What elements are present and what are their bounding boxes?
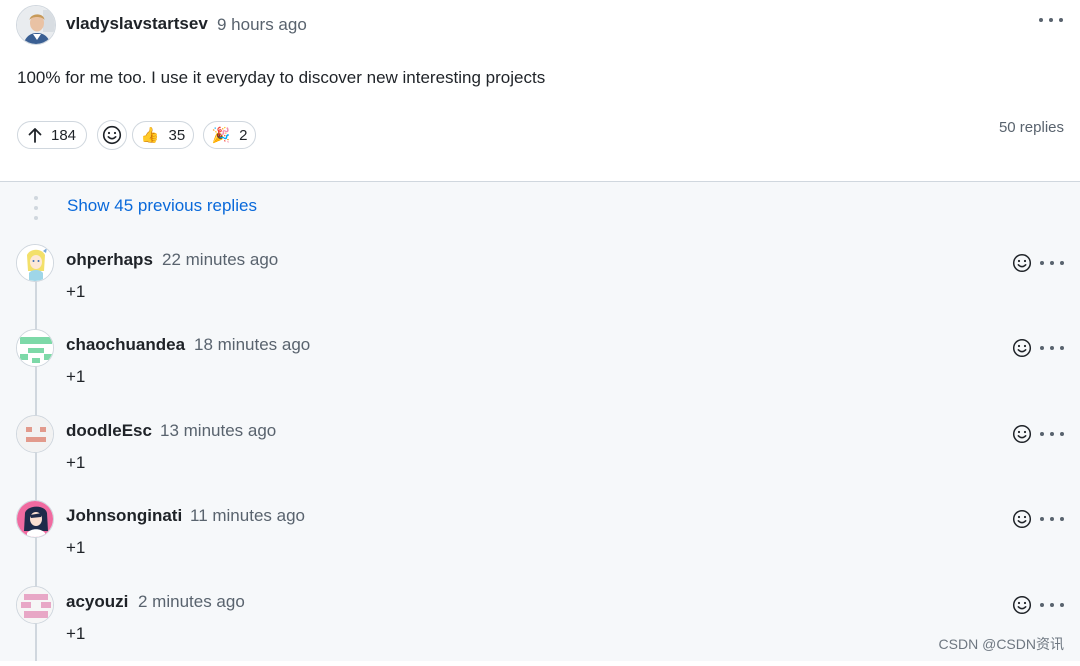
reply-author[interactable]: Johnsonginati [66, 506, 182, 526]
avatar[interactable] [16, 5, 56, 45]
reaction-count: 35 [168, 126, 186, 144]
comment-time[interactable]: 9 hours ago [217, 15, 307, 35]
smiley-icon [102, 125, 122, 145]
reply-time[interactable]: 18 minutes ago [194, 335, 310, 355]
show-previous-replies-link[interactable]: Show 45 previous replies [67, 196, 257, 216]
reaction-party[interactable]: 🎉 2 [203, 121, 256, 149]
reply-author[interactable]: acyouzi [66, 592, 128, 612]
reply-more-icon[interactable] [1040, 511, 1064, 527]
avatar[interactable] [16, 415, 54, 453]
reply-item: ohperhaps 22 minutes ago +1 [0, 244, 1080, 324]
watermark: CSDN @CSDN资讯 [938, 636, 1064, 652]
avatar[interactable] [16, 244, 54, 282]
thread-collapsed-icon [33, 196, 39, 220]
reply-author[interactable]: doodleEsc [66, 421, 152, 441]
comment-body: 100% for me too. I use it everyday to di… [17, 68, 546, 87]
reaction-thumbs-up[interactable]: 👍 35 [132, 121, 194, 149]
reply-more-icon[interactable] [1040, 255, 1064, 271]
comment-author[interactable]: vladyslavstartsev [66, 14, 208, 34]
avatar[interactable] [16, 329, 54, 367]
upvote-button[interactable]: 184 [17, 121, 87, 149]
reply-more-icon[interactable] [1040, 597, 1064, 613]
reply-body: +1 [66, 367, 86, 386]
upvote-count: 184 [50, 126, 77, 144]
reply-body: +1 [66, 282, 86, 301]
comment-card: vladyslavstartsev 9 hours ago 100% for m… [0, 0, 1080, 182]
reply-author[interactable]: ohperhaps [66, 250, 153, 270]
party-popper-icon: 🎉 [211, 127, 231, 144]
reaction-count: 2 [239, 126, 248, 144]
reply-time[interactable]: 2 minutes ago [138, 592, 245, 612]
reply-body: +1 [66, 453, 86, 472]
smiley-icon[interactable] [1012, 253, 1032, 273]
arrow-up-icon [28, 128, 42, 143]
replies-count: 50 replies [998, 119, 1064, 136]
comment-more-icon[interactable] [1039, 12, 1063, 28]
smiley-icon[interactable] [1012, 424, 1032, 444]
smiley-icon[interactable] [1012, 509, 1032, 529]
reply-more-icon[interactable] [1040, 340, 1064, 356]
smiley-icon[interactable] [1012, 595, 1032, 615]
avatar[interactable] [16, 586, 54, 624]
reply-time[interactable]: 11 minutes ago [190, 506, 305, 526]
reply-more-icon[interactable] [1040, 426, 1064, 442]
reply-time[interactable]: 22 minutes ago [162, 250, 278, 270]
reply-item: doodleEsc 13 minutes ago +1 [0, 415, 1080, 495]
add-reaction-button[interactable] [97, 120, 127, 150]
reply-item: chaochuandea 18 minutes ago +1 [0, 329, 1080, 409]
avatar[interactable] [16, 500, 54, 538]
thumbs-up-icon: 👍 [140, 127, 160, 144]
reply-item: Johnsonginati 11 minutes ago +1 [0, 500, 1080, 580]
reply-time[interactable]: 13 minutes ago [160, 421, 276, 441]
reply-body: +1 [66, 624, 86, 643]
reply-item: acyouzi 2 minutes ago +1 [0, 586, 1080, 666]
reply-body: +1 [66, 538, 86, 557]
smiley-icon[interactable] [1012, 338, 1032, 358]
reply-thread: Show 45 previous replies ohperhaps 22 mi… [0, 182, 1080, 661]
reply-author[interactable]: chaochuandea [66, 335, 185, 355]
